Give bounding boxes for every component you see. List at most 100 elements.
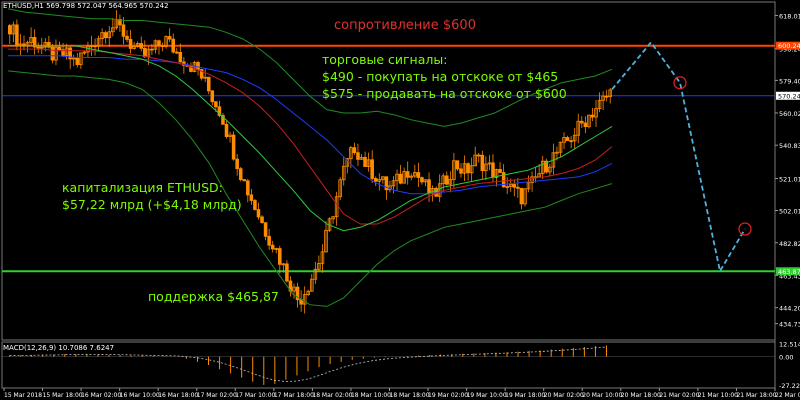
- candle-body: [427, 179, 431, 195]
- x-tick-label: 18 Mar 10:00: [351, 392, 391, 399]
- candle-body: [246, 180, 250, 196]
- candle-body: [445, 175, 449, 185]
- x-tick-label: 17 Mar 18:00: [274, 392, 314, 399]
- candle-body: [270, 244, 275, 250]
- candle-body: [121, 24, 126, 37]
- x-tick-label: 18 Mar 18:00: [390, 392, 430, 399]
- x-tick-label: 20 Mar 02:00: [544, 392, 584, 399]
- signal-sell: $575 - продавать на отскоке от $600: [322, 86, 567, 101]
- candle-body: [565, 137, 570, 142]
- bb-upper-line: [7, 8, 613, 127]
- candle-body: [267, 235, 271, 246]
- candle-body: [50, 46, 55, 61]
- candle-body: [455, 160, 460, 170]
- x-tick-label: 17 Mar 10:00: [235, 392, 275, 399]
- macd-y-tick-label: 0.00: [779, 354, 793, 362]
- y-tick-label: 444.200: [779, 305, 800, 313]
- x-tick-label: 22 Mar 02:00: [775, 392, 800, 399]
- candle-body: [171, 38, 175, 53]
- y-tick-label: 540.835: [779, 142, 800, 150]
- y-tick-label: 521.015: [779, 176, 800, 184]
- candle-body: [47, 42, 51, 48]
- candle-body: [263, 222, 268, 237]
- macd-pane-frame: [1, 341, 776, 389]
- candle-body: [196, 62, 200, 70]
- y-tick-label: 482.820: [779, 240, 800, 248]
- candle-body: [235, 158, 239, 170]
- candle-body: [128, 39, 133, 49]
- x-tick-label: 16 Mar 18:00: [158, 392, 198, 399]
- candle-body: [512, 184, 517, 188]
- candle-body: [7, 25, 12, 35]
- macd-y-tick-label: -27.2224: [779, 382, 800, 390]
- macd-info: MACD(12,26,9) 10.7086 7.6247: [3, 344, 115, 352]
- candle-body: [476, 154, 481, 157]
- candle-body: [249, 194, 254, 201]
- x-tick-label: 15 Mar 2018: [4, 392, 42, 399]
- candle-body: [569, 140, 573, 143]
- x-tick-label: 21 Mar 10:00: [698, 392, 738, 399]
- x-tick-label: 16 Mar 10:00: [120, 392, 160, 399]
- cap-title: капитализация ETHUSD:: [62, 180, 223, 195]
- candle-body: [583, 122, 588, 128]
- candle-body: [580, 120, 584, 124]
- candle-body: [590, 114, 595, 118]
- candle-body: [370, 159, 374, 179]
- candle-body: [167, 36, 172, 40]
- candle-body: [160, 45, 165, 48]
- candle-body: [459, 168, 463, 174]
- candle-body: [224, 123, 229, 137]
- price-tag-text-current: 570.242: [778, 92, 800, 100]
- candle-body: [253, 200, 257, 210]
- x-tick-label: 15 Mar 18:00: [43, 392, 83, 399]
- x-tick-label: 19 Mar 02:00: [428, 392, 468, 399]
- signals-title: торговые сигналы:: [322, 52, 448, 67]
- symbol-info: ETHUSD,H1 569.798 572.047 564.965 570.24…: [3, 2, 169, 10]
- candle-body: [178, 51, 183, 63]
- candle-body: [238, 168, 243, 180]
- candle-body: [75, 57, 80, 65]
- candle-body: [214, 101, 218, 108]
- candle-body: [174, 51, 179, 54]
- y-tick-label: 560.020: [779, 110, 800, 118]
- candle-body: [604, 95, 609, 98]
- candle-body: [398, 173, 403, 184]
- candle-body: [352, 147, 357, 154]
- x-tick-label: 19 Mar 18:00: [505, 392, 545, 399]
- y-tick-label: 502.010: [779, 208, 800, 216]
- x-tick-label: 16 Mar 02:00: [81, 392, 121, 399]
- x-tick-label: 21 Mar 18:00: [736, 392, 776, 399]
- y-tick-label: 579.405: [779, 77, 800, 85]
- candle-body: [57, 46, 62, 51]
- candle-body: [491, 162, 495, 178]
- candle-body: [373, 178, 378, 182]
- candle-body: [519, 187, 524, 205]
- candle-body: [285, 263, 289, 282]
- candle-body: [363, 157, 367, 168]
- candle-body: [466, 163, 470, 174]
- candle-body: [420, 177, 424, 183]
- price-tag-text-resistance: 600.247: [778, 42, 800, 50]
- candle-body: [416, 172, 421, 178]
- candle-body: [139, 43, 144, 49]
- y-tick-label: 434.730: [779, 321, 800, 329]
- cap-value: $57,22 млрд (+$4,18 млрд): [62, 197, 242, 212]
- candle-body: [256, 209, 261, 218]
- candle-body: [15, 24, 19, 47]
- candle-body: [260, 216, 264, 224]
- signal-buy: $490 - покупать на отскоке от $465: [322, 69, 559, 84]
- candle-body: [157, 40, 161, 47]
- candle-body: [150, 48, 154, 51]
- x-tick-label: 21 Mar 02:00: [659, 392, 699, 399]
- candle-body: [36, 46, 40, 49]
- candle-body: [125, 35, 129, 40]
- candle-body: [210, 90, 215, 103]
- x-tick-label: 20 Mar 18:00: [621, 392, 661, 399]
- candle-body: [516, 186, 520, 189]
- resistance-label: сопротивление $600: [334, 18, 476, 33]
- macd-y-tick-label: 12.5149: [779, 341, 800, 349]
- candle-body: [405, 171, 410, 178]
- price-tag-text-support: 463.875: [778, 268, 800, 276]
- candle-body: [498, 169, 502, 173]
- candle-body: [278, 248, 282, 265]
